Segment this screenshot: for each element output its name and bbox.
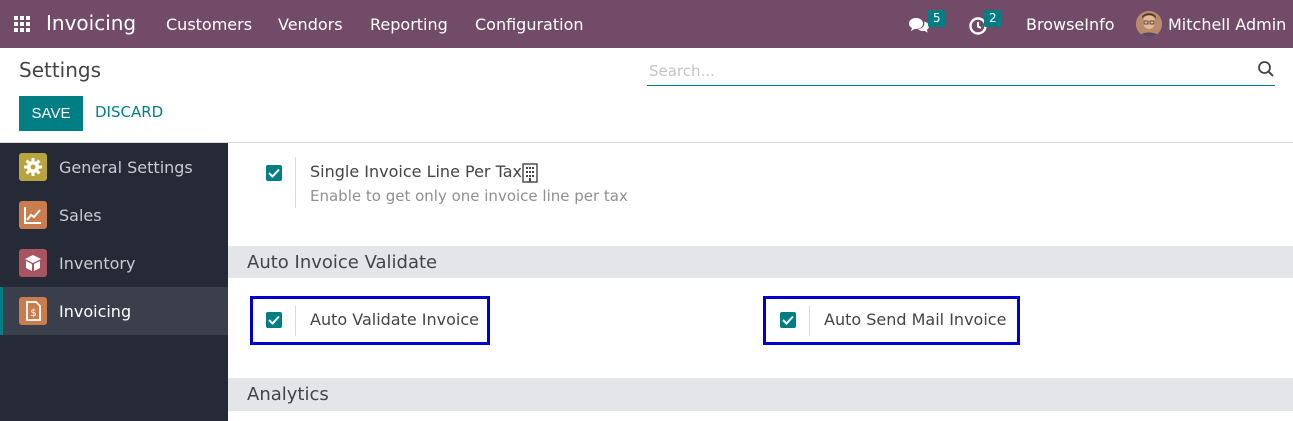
svg-text:$: $ — [30, 308, 36, 319]
auto-send-mail-checkbox[interactable] — [780, 312, 796, 328]
single-invoice-checkbox[interactable] — [266, 165, 282, 181]
single-invoice-description: Enable to get only one invoice line per … — [310, 187, 628, 205]
divider — [295, 306, 296, 336]
sidebar-item-general-settings[interactable]: General Settings — [0, 143, 228, 191]
sidebar-item-label: General Settings — [59, 157, 193, 177]
search-icon[interactable] — [1257, 60, 1275, 78]
chart-icon — [19, 201, 47, 229]
menu-reporting[interactable]: Reporting — [370, 15, 448, 34]
auto-send-mail-label: Auto Send Mail Invoice — [824, 310, 1007, 329]
settings-sidebar: General Settings Sales Inventory $ Invoi… — [0, 143, 228, 421]
top-navbar: Invoicing Customers Vendors Reporting Co… — [0, 0, 1293, 48]
user-menu[interactable]: Mitchell Admin — [1168, 15, 1286, 34]
section-title: Auto Invoice Validate — [247, 252, 438, 273]
company-switcher[interactable]: BrowseInfo — [1026, 15, 1115, 34]
control-panel: Settings SAVE DISCARD — [0, 48, 1293, 143]
menu-vendors[interactable]: Vendors — [278, 15, 343, 34]
sidebar-item-label: Invoicing — [59, 301, 132, 321]
settings-content: Single Invoice Line Per Tax Enable to ge… — [228, 143, 1293, 421]
invoice-icon: $ — [19, 297, 47, 325]
gear-icon — [19, 153, 47, 181]
avatar[interactable] — [1136, 11, 1162, 37]
chat-icon[interactable] — [908, 15, 930, 35]
discard-button[interactable]: DISCARD — [95, 103, 163, 121]
sidebar-item-sales[interactable]: Sales — [0, 191, 228, 239]
messages-badge: 5 — [928, 10, 946, 27]
section-header-analytics: Analytics — [228, 378, 1293, 411]
page-title: Settings — [19, 58, 102, 82]
activities-badge: 2 — [984, 10, 1002, 27]
auto-validate-label: Auto Validate Invoice — [310, 310, 479, 329]
save-button[interactable]: SAVE — [19, 96, 83, 131]
menu-configuration[interactable]: Configuration — [475, 15, 584, 34]
sidebar-item-inventory[interactable]: Inventory — [0, 239, 228, 287]
divider — [809, 306, 810, 336]
divider — [295, 157, 296, 208]
sidebar-item-invoicing[interactable]: $ Invoicing — [0, 287, 228, 335]
single-invoice-label: Single Invoice Line Per Tax — [310, 162, 522, 181]
sidebar-item-label: Inventory — [59, 253, 136, 273]
search-bar — [647, 58, 1275, 86]
company-building-icon — [522, 163, 538, 183]
menu-customers[interactable]: Customers — [166, 15, 252, 34]
section-title: Analytics — [247, 384, 329, 405]
box-icon — [19, 249, 47, 277]
section-header-auto-invoice: Auto Invoice Validate — [228, 246, 1293, 278]
app-name[interactable]: Invoicing — [46, 11, 136, 35]
search-input[interactable] — [649, 60, 1239, 82]
apps-grid-icon[interactable] — [14, 16, 30, 32]
sidebar-item-label: Sales — [59, 205, 102, 225]
auto-validate-checkbox[interactable] — [266, 312, 282, 328]
